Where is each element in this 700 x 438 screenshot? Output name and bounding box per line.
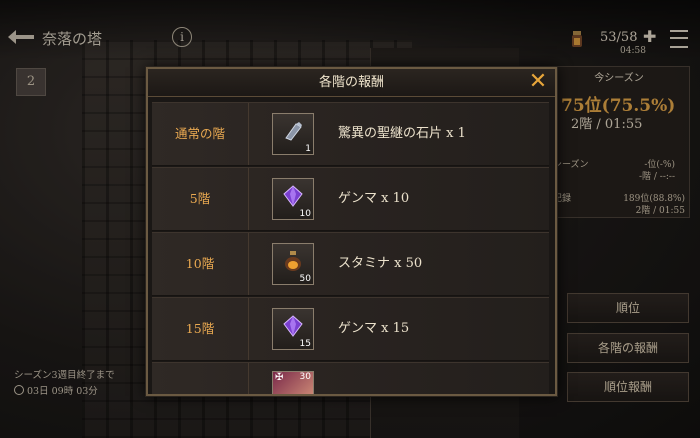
stamina-potion-icon bbox=[285, 251, 301, 271]
reward-row: 5階 10 ゲンマ x 10 bbox=[152, 167, 549, 231]
reward-item[interactable]: 10 bbox=[272, 178, 314, 220]
reward-row: 15階 15 ゲンマ x 15 bbox=[152, 297, 549, 361]
item-count: 50 bbox=[299, 274, 311, 284]
reward-row: 10階 50 スタミナ x 50 bbox=[152, 232, 549, 296]
reward-box-icon: ✠ bbox=[275, 372, 284, 383]
reward-name: 驚異の聖継の石片 x 1 bbox=[338, 126, 466, 141]
reward-name: スタミナ x 50 bbox=[338, 256, 423, 271]
reward-item[interactable]: 1 bbox=[272, 113, 314, 155]
item-count: 15 bbox=[299, 339, 311, 349]
reward-name: ゲンマ x 15 bbox=[338, 321, 410, 336]
reward-item[interactable]: 50 bbox=[272, 243, 314, 285]
floor-label: 5階 bbox=[152, 168, 249, 230]
gem-icon bbox=[283, 315, 303, 337]
floor-rewards-modal: 各階の報酬 ✕ 通常の階 1 驚異の聖継の石片 x 1 5階 10 ゲンマ x … bbox=[146, 67, 557, 396]
stone-shard-icon bbox=[285, 122, 302, 141]
close-icon[interactable]: ✕ bbox=[527, 71, 549, 93]
floor-label: 通常の階 bbox=[152, 103, 249, 165]
reward-row: ✠ 30 bbox=[152, 362, 549, 394]
reward-name: ゲンマ x 10 bbox=[338, 191, 410, 206]
modal-title: 各階の報酬 bbox=[148, 69, 555, 97]
item-count: 30 bbox=[299, 372, 311, 382]
floor-label: 15階 bbox=[152, 298, 249, 360]
floor-label: 10階 bbox=[152, 233, 249, 295]
reward-item[interactable]: ✠ 30 bbox=[272, 371, 314, 394]
reward-row: 通常の階 1 驚異の聖継の石片 x 1 bbox=[152, 102, 549, 166]
reward-list[interactable]: 通常の階 1 驚異の聖継の石片 x 1 5階 10 ゲンマ x 10 10階 5… bbox=[152, 102, 549, 394]
gem-icon bbox=[283, 185, 303, 207]
floor-label bbox=[152, 363, 249, 394]
item-count: 10 bbox=[299, 209, 311, 219]
reward-item[interactable]: 15 bbox=[272, 308, 314, 350]
item-count: 1 bbox=[305, 144, 311, 154]
